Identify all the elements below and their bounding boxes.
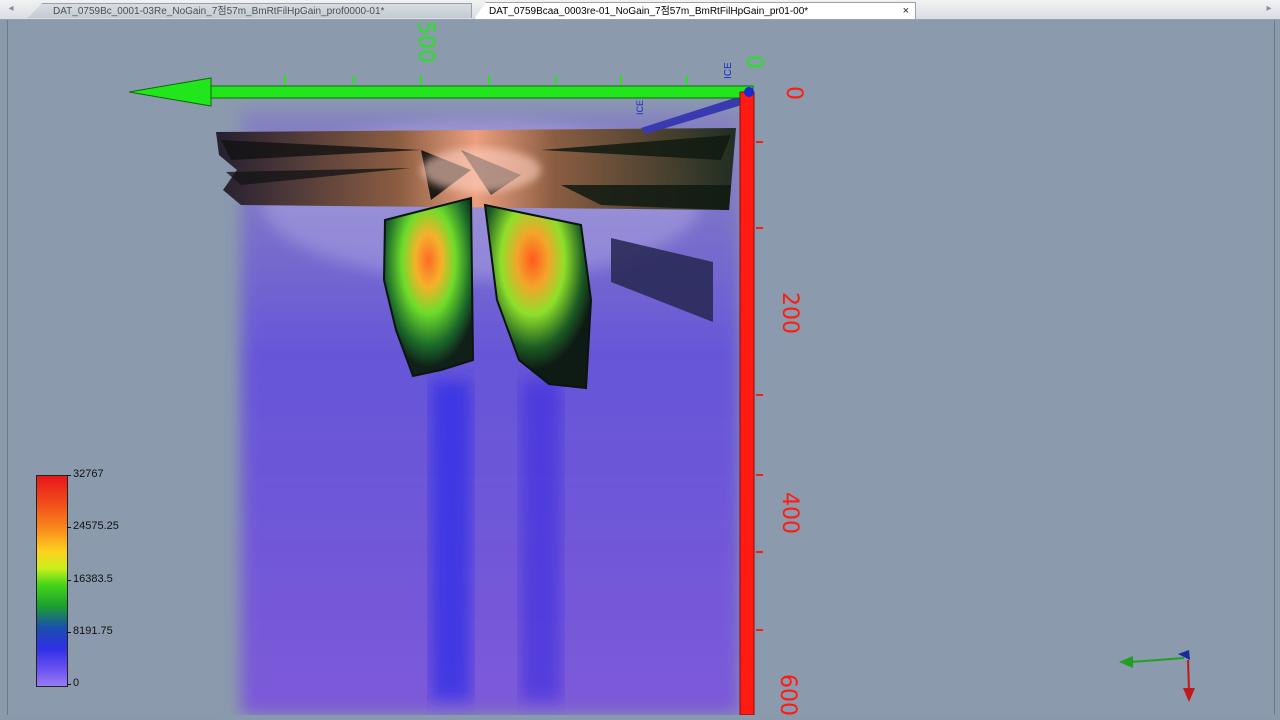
vertical-axis-label-400: 400 xyxy=(777,492,802,534)
svg-text:ICE: ICE xyxy=(635,100,645,115)
document-tab-bar: ◂ DAT_0759Bc_0001-03Re_NoGain_7점57m_BmRt… xyxy=(0,0,1280,20)
surface-reflection-fan xyxy=(216,128,736,210)
legend-label-q3: 24575.25 xyxy=(73,520,119,532)
vertical-axis-label-0: 0 xyxy=(781,86,806,100)
tab-label: DAT_0759Bc_0001-03Re_NoGain_7점57m_BmRtFi… xyxy=(53,6,385,17)
orientation-gizmo-icon[interactable] xyxy=(1119,650,1195,702)
legend-tick xyxy=(67,684,71,685)
vertical-axis-label-200: 200 xyxy=(777,292,802,334)
horizontal-axis-label-500: 500 xyxy=(413,21,438,63)
tab-label: DAT_0759Bcaa_0003re-01_NoGain_7점57m_BmRt… xyxy=(489,6,809,17)
legend-tick xyxy=(67,580,71,581)
legend-tick xyxy=(67,527,71,528)
axis-arrow-icon xyxy=(128,77,212,107)
axis-origin xyxy=(744,87,754,97)
horizontal-axis-label-0: 0 xyxy=(741,55,766,69)
legend-tick xyxy=(67,632,71,633)
horizontal-axis: 500 0 xyxy=(128,21,766,107)
legend-label-mid: 16383.5 xyxy=(73,573,113,585)
3d-viewport[interactable]: ICE ICE 500 0 0 200 400 600 32767 24575.… xyxy=(7,20,1275,715)
legend-tick xyxy=(67,475,71,476)
tab-scroll-right-icon[interactable]: ▸ xyxy=(1262,2,1276,16)
depth-axis-label: ICE xyxy=(723,62,734,79)
vertical-axis: 0 200 400 600 xyxy=(739,86,806,715)
color-scale-bar xyxy=(36,475,68,687)
tab-document-1[interactable]: DAT_0759Bc_0001-03Re_NoGain_7점57m_BmRtFi… xyxy=(28,3,472,18)
vertical-axis-label-600: 600 xyxy=(775,674,800,715)
legend-label-min: 0 xyxy=(73,677,80,689)
legend-label-max: 32767 xyxy=(73,468,104,480)
app-window: ◂ DAT_0759Bc_0001-03Re_NoGain_7점57m_BmRt… xyxy=(0,0,1280,720)
legend-label-q1: 8191.75 xyxy=(73,625,113,637)
color-scale-legend: 32767 24575.25 16383.5 8191.75 0 xyxy=(34,468,134,689)
tab-close-icon[interactable]: × xyxy=(903,3,909,19)
radar-volume-scene[interactable]: ICE ICE 500 0 0 200 400 600 xyxy=(8,20,1274,715)
tab-document-2-active[interactable]: DAT_0759Bcaa_0003re-01_NoGain_7점57m_BmRt… xyxy=(474,2,916,19)
tab-scroll-left-icon[interactable]: ◂ xyxy=(4,2,18,16)
